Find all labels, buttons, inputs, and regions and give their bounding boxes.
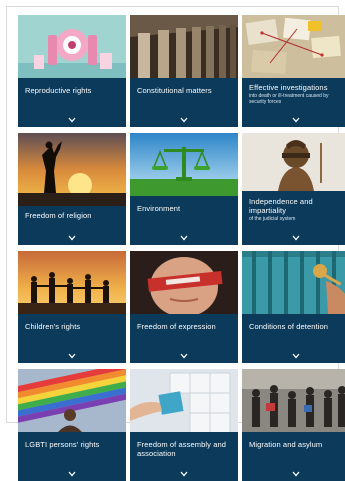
columns-image (130, 15, 238, 78)
topics-panel: Reproductive rights Constitutional matte… (6, 6, 345, 481)
lady-justice-image (242, 133, 345, 191)
rainbow-flag-image (18, 369, 126, 432)
card-subtitle: of the judicial system (249, 216, 296, 222)
topic-card-childrens-rights[interactable]: Children's rights (18, 251, 126, 363)
green-scales-image (130, 133, 238, 196)
topic-card-independence-impartiality[interactable]: Independence and impartiality of the jud… (242, 133, 345, 245)
card-title: Reproductive rights (25, 86, 92, 95)
chevron-down-icon[interactable] (292, 471, 300, 477)
topic-card-effective-investigations[interactable]: Effective investigations into death or i… (242, 15, 345, 127)
card-title: Independence and impartiality (249, 197, 313, 215)
prison-bars-image (242, 251, 345, 314)
puzzle-image (130, 369, 238, 432)
topic-card-environment[interactable]: Environment (130, 133, 238, 245)
chevron-down-icon[interactable] (68, 353, 76, 359)
reproductive-rights-image (18, 15, 126, 78)
card-title: Children's rights (25, 322, 81, 331)
chevron-down-icon[interactable] (180, 117, 188, 123)
topic-card-migration-asylum[interactable]: Migration and asylum (242, 369, 345, 481)
topic-card-freedom-of-expression[interactable]: Freedom of expression (130, 251, 238, 363)
gagged-mouth-image (130, 251, 238, 314)
card-title: Migration and asylum (249, 440, 323, 449)
card-title: Effective investigations (249, 83, 328, 92)
chevron-down-icon[interactable] (68, 235, 76, 241)
evidence-board-image (242, 15, 345, 78)
topic-card-constitutional-matters[interactable]: Constitutional matters (130, 15, 238, 127)
card-subtitle: into death or ill-treatment caused by se… (249, 93, 329, 105)
card-title: Environment (137, 204, 181, 213)
card-title: Conditions of detention (249, 322, 329, 331)
chevron-down-icon[interactable] (292, 235, 300, 241)
card-title: Freedom of religion (25, 211, 92, 220)
topic-card-freedom-of-religion[interactable]: Freedom of religion (18, 133, 126, 245)
chevron-down-icon[interactable] (292, 117, 300, 123)
chevron-down-icon[interactable] (180, 235, 188, 241)
card-title: LGBTI persons' rights (25, 440, 100, 449)
topic-card-freedom-of-assembly[interactable]: Freedom of assembly and association (130, 369, 238, 481)
card-title: Freedom of assembly and association (137, 440, 227, 458)
sunset-silhouette-image (18, 133, 126, 206)
chevron-down-icon[interactable] (68, 117, 76, 123)
chevron-down-icon[interactable] (68, 471, 76, 477)
chevron-down-icon[interactable] (292, 353, 300, 359)
topic-card-reproductive-rights[interactable]: Reproductive rights (18, 15, 126, 127)
chevron-down-icon[interactable] (180, 353, 188, 359)
migrants-crowd-image (242, 369, 345, 432)
chevron-down-icon[interactable] (180, 471, 188, 477)
topic-card-conditions-of-detention[interactable]: Conditions of detention (242, 251, 345, 363)
topic-card-lgbti-rights[interactable]: LGBTI persons' rights (18, 369, 126, 481)
topics-grid: Reproductive rights Constitutional matte… (18, 15, 345, 481)
card-title: Freedom of expression (137, 322, 216, 331)
card-title: Constitutional matters (137, 86, 212, 95)
children-silhouette-image (18, 251, 126, 314)
